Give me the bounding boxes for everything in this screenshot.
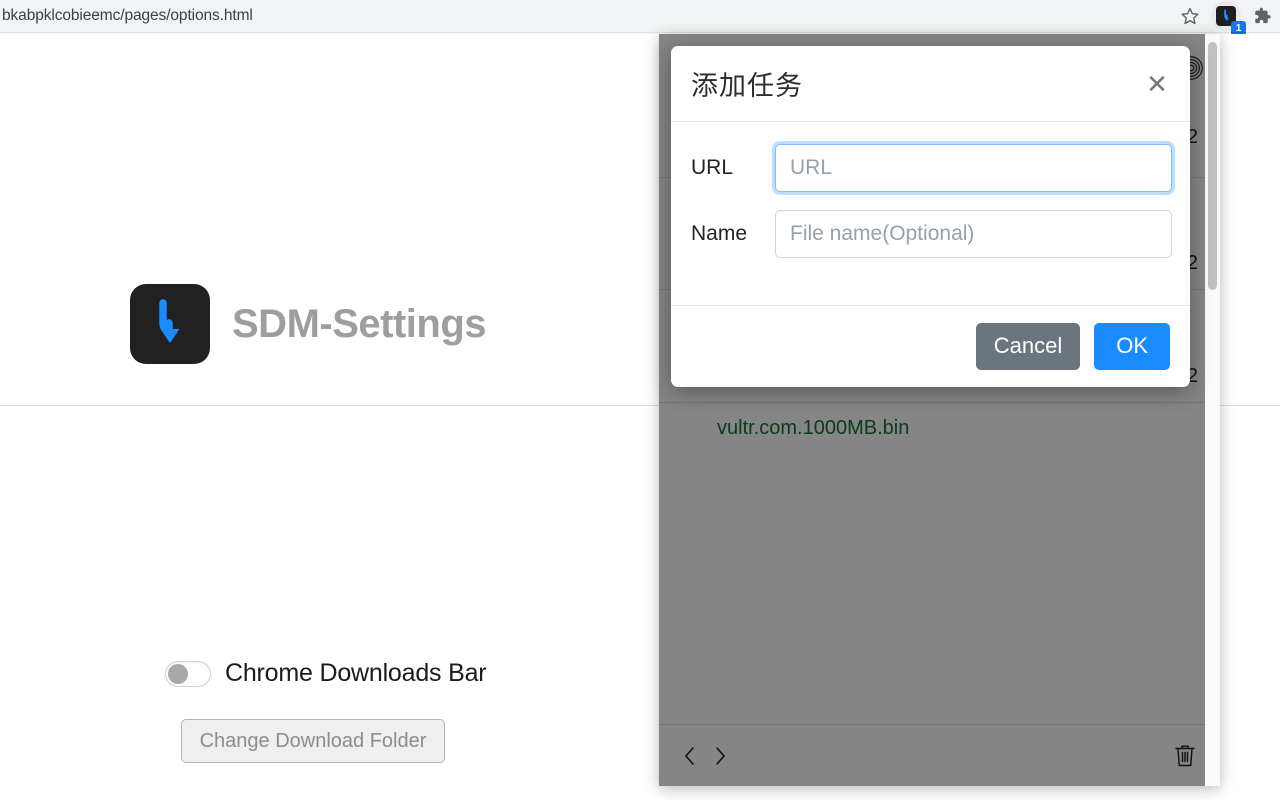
- dialog-body: URL Name: [671, 122, 1190, 306]
- extension-icon-wrap: 1: [1211, 1, 1246, 36]
- puzzle-piece-icon[interactable]: [1244, 0, 1280, 32]
- toggle-knob: [168, 663, 188, 684]
- sdm-extension-button[interactable]: 1: [1208, 0, 1246, 36]
- page-title: SDM-Settings: [232, 301, 487, 346]
- chrome-downloads-bar-label: Chrome Downloads Bar: [225, 659, 487, 687]
- browser-toolbar-actions: 1: [1172, 0, 1280, 36]
- filename-input[interactable]: [775, 210, 1172, 258]
- brand-header: SDM-Settings: [130, 284, 487, 364]
- name-label: Name: [691, 222, 748, 245]
- star-icon[interactable]: [1172, 0, 1208, 32]
- popup-scrollbar-thumb[interactable]: [1208, 42, 1217, 290]
- change-download-folder-button[interactable]: Change Download Folder: [181, 719, 445, 763]
- add-task-dialog: 添加任务 ✕ URL Name Cancel OK: [671, 46, 1190, 387]
- name-form-row: Name: [691, 210, 1172, 258]
- ok-button[interactable]: OK: [1094, 322, 1170, 370]
- url-input[interactable]: [775, 144, 1172, 192]
- dialog-footer: Cancel OK: [671, 306, 1190, 386]
- url-label: URL: [691, 156, 734, 179]
- sdm-download-arrow-logo: [130, 284, 210, 364]
- chrome-downloads-bar-toggle[interactable]: [165, 660, 211, 687]
- close-icon[interactable]: ✕: [1142, 69, 1172, 99]
- dialog-header: 添加任务 ✕: [671, 46, 1190, 122]
- address-bar-url[interactable]: bkabpklcobieemc/pages/options.html: [0, 7, 253, 25]
- cancel-button[interactable]: Cancel: [975, 322, 1081, 370]
- browser-toolbar: bkabpklcobieemc/pages/options.html 1: [0, 0, 1280, 36]
- popup-scrollbar[interactable]: [1205, 34, 1220, 786]
- dialog-title: 添加任务: [691, 71, 803, 102]
- screenshot-root: bkabpklcobieemc/pages/options.html 1 SDM…: [0, 0, 1280, 800]
- chrome-downloads-bar-row: Chrome Downloads Bar: [165, 659, 487, 688]
- url-form-row: URL: [691, 144, 1172, 192]
